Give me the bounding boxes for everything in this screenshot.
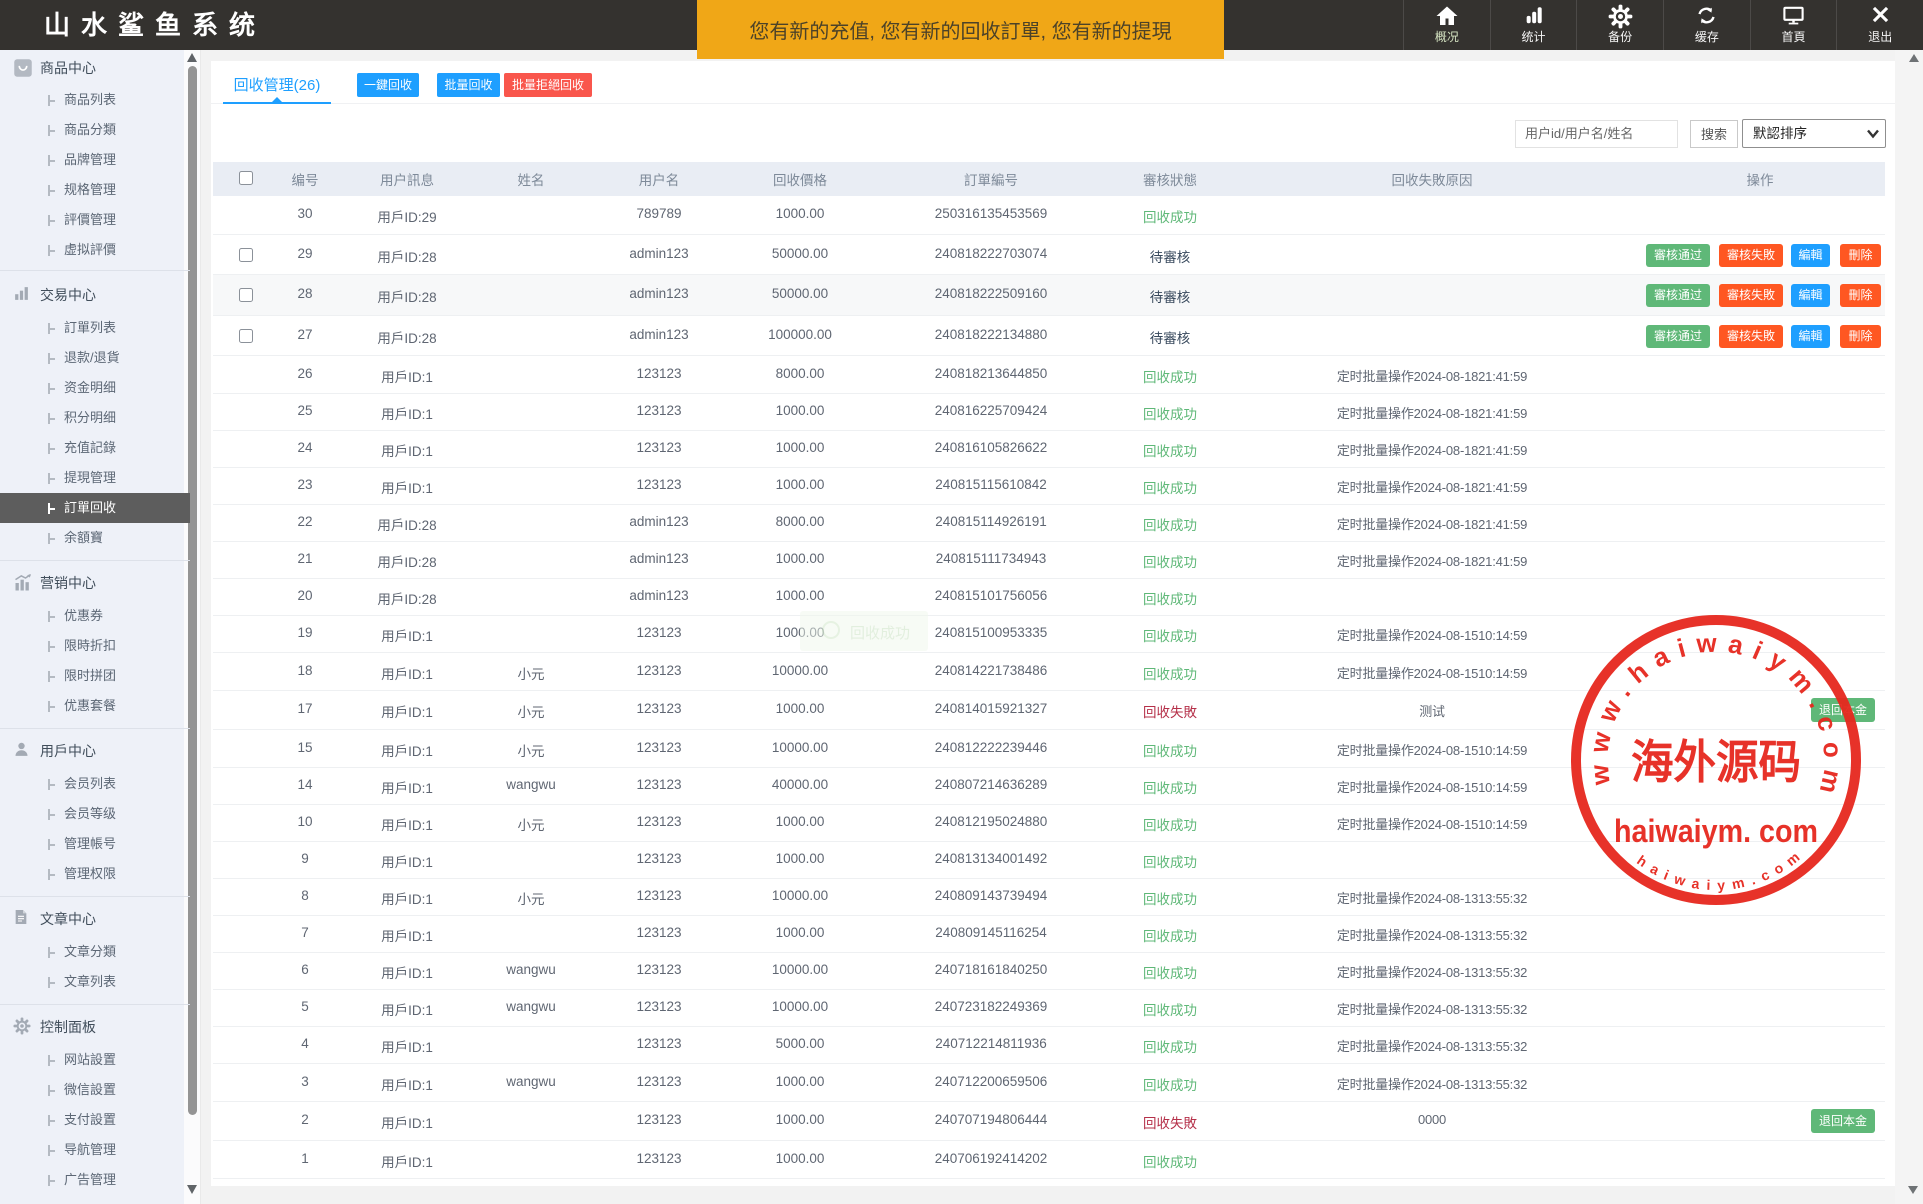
svg-text:海外源码: 海外源码 [1631, 737, 1801, 788]
svg-text:haiwaiym. com: haiwaiym. com [1614, 813, 1818, 849]
